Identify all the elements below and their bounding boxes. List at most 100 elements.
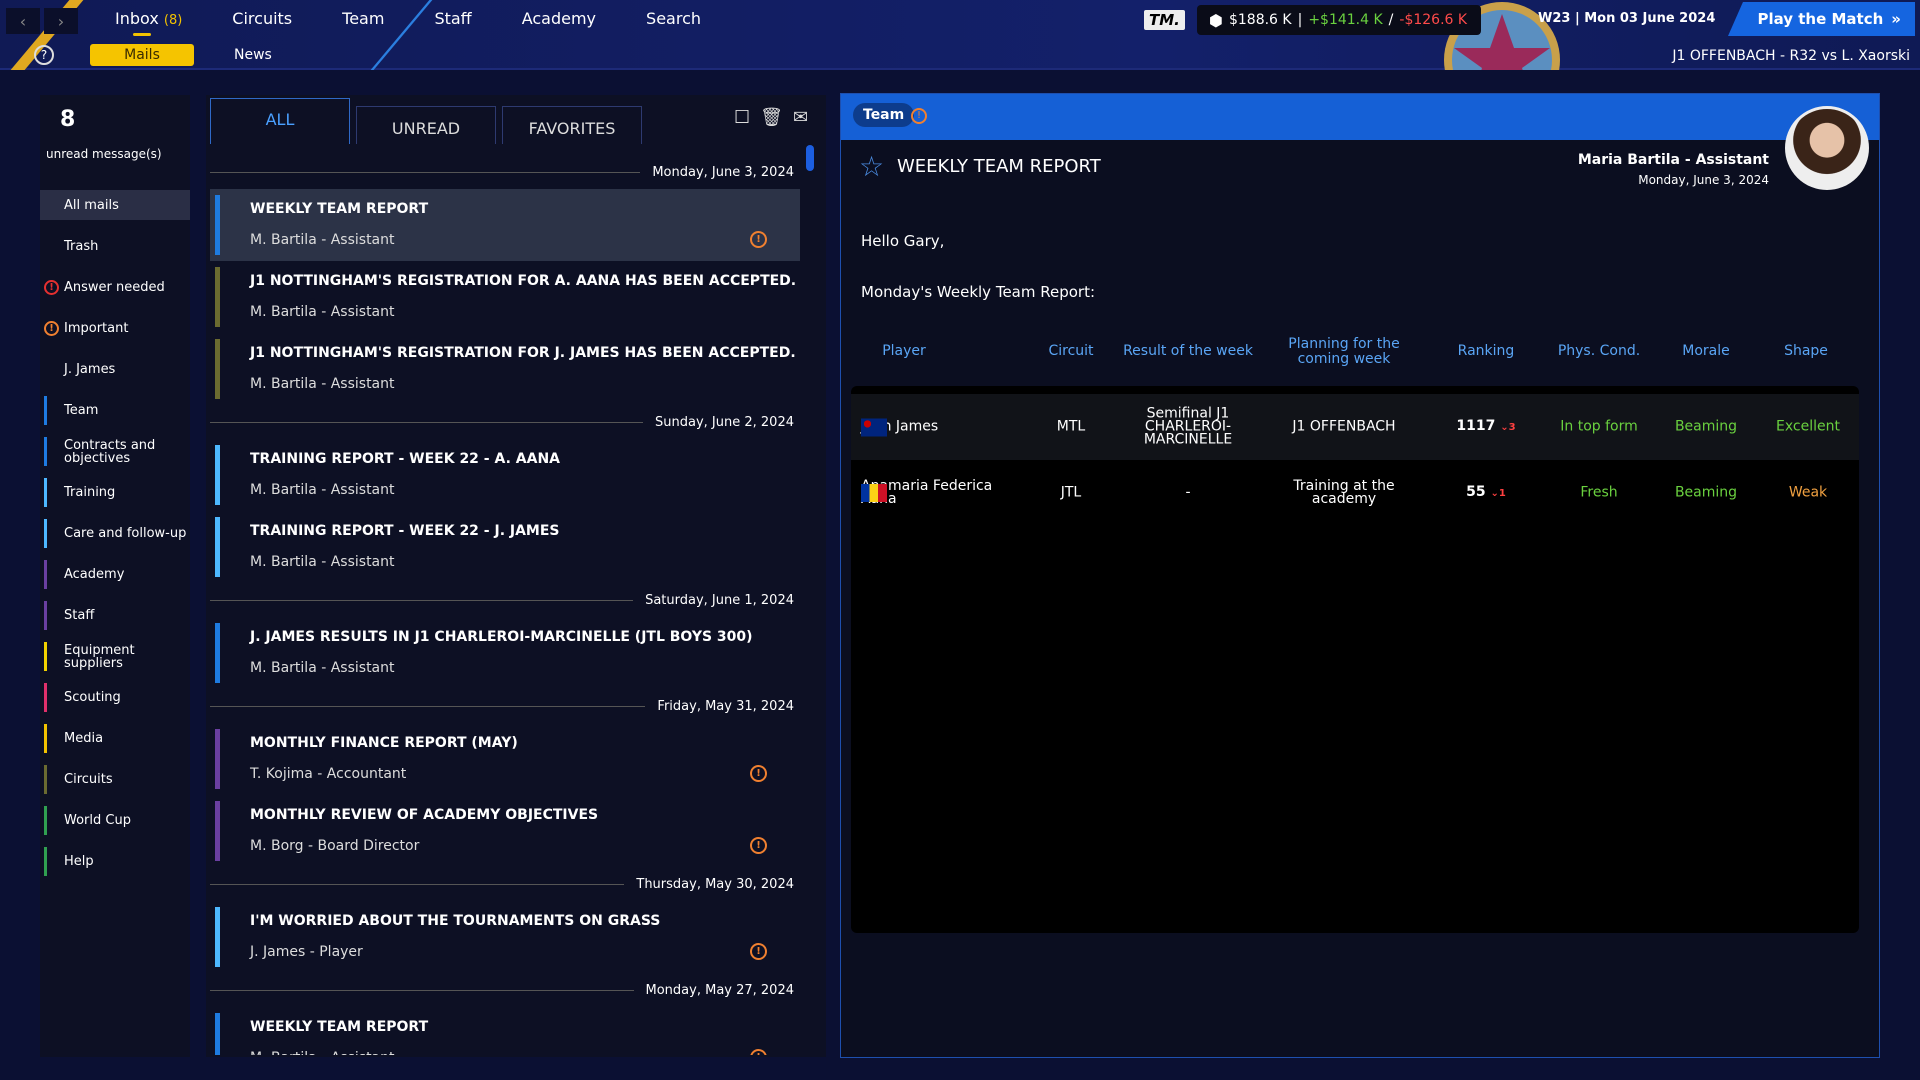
mail-item[interactable]: TRAINING REPORT - WEEK 22 - A. AANA M. Ba… [210, 439, 800, 511]
column-header[interactable]: Ranking [1446, 344, 1526, 359]
mail-subject: MONTHLY FINANCE REPORT (MAY) [250, 735, 518, 751]
date-label: Thursday, May 30, 2024 [636, 876, 794, 892]
mark-read-envelope-icon[interactable]: ✉ [793, 107, 808, 128]
column-header[interactable]: Player [874, 344, 934, 359]
mail-sender: M. Bartila - Assistant [250, 660, 395, 676]
category-color-bar [215, 339, 220, 399]
morale-cell: Beaming [1674, 418, 1738, 435]
mail-sender: M. Borg - Board Director [250, 838, 420, 854]
help-icon[interactable]: ? [34, 45, 54, 65]
mail-item[interactable]: WEEKLY TEAM REPORT M. Bartila - Assistant… [210, 189, 800, 261]
scrollbar[interactable] [806, 145, 816, 1053]
mail-sender: M. Bartila - Assistant [250, 1050, 395, 1055]
nav-staff[interactable]: Staff [434, 9, 471, 28]
mail-item[interactable]: TRAINING REPORT - WEEK 22 - J. JAMES M. B… [210, 511, 800, 583]
mail-item[interactable]: WEEKLY TEAM REPORT M. Bartila - Assistant… [210, 1007, 800, 1055]
sidebar-item[interactable]: World Cup [40, 800, 190, 841]
finance-display[interactable]: ⬢ $188.6 K | +$141.4 K / -$126.6 K [1197, 5, 1481, 35]
warning-icon: ! [750, 765, 767, 782]
mail-item[interactable]: I'M WORRIED ABOUT THE TOURNAMENTS ON GRA… [210, 901, 800, 973]
back-arrow-icon[interactable]: ‹ [6, 8, 40, 34]
nav-label: Academy [521, 9, 597, 28]
money-icon: ⬢ [1209, 10, 1223, 30]
morale-cell: Beaming [1674, 484, 1738, 501]
subtab-news[interactable]: News [234, 47, 272, 63]
flag-australia-icon [861, 418, 887, 436]
tab-unread[interactable]: UNREAD [356, 106, 496, 144]
table-row[interactable]: John James MTL Semifinal J1 CHARLEROI-MARC… [851, 394, 1859, 460]
sidebar-item[interactable]: All mails [40, 190, 190, 220]
mail-sender: M. Bartila - Assistant [250, 554, 395, 570]
mail-item[interactable]: J. JAMES RESULTS IN J1 CHARLEROI-MARCINE… [210, 617, 800, 689]
table-row[interactable]: Anamaria Federica Aana JTL - Training at th… [851, 460, 1859, 526]
sidebar-item[interactable]: J. James [40, 349, 190, 390]
sidebar-item[interactable]: Team [40, 390, 190, 431]
mail-item[interactable]: MONTHLY REVIEW OF ACADEMY OBJECTIVES M. B… [210, 795, 800, 867]
player-cell: John James [861, 418, 1011, 436]
nav-label: Team [342, 9, 385, 28]
column-header[interactable]: Planning for the coming week [1274, 337, 1414, 367]
mail-list-panel: ALL UNREAD FAVORITES ☐ 🗑 ✉ Monday, June 3, 2… [206, 95, 826, 1057]
category-color-bar [44, 642, 47, 671]
sidebar-item[interactable]: Help [40, 841, 190, 882]
sidebar-item[interactable]: ! Answer needed [40, 267, 190, 308]
sidebar-item[interactable]: Equipment suppliers [40, 636, 190, 677]
column-header[interactable]: Result of the week [1113, 344, 1263, 359]
sidebar-item[interactable]: Training [40, 472, 190, 513]
mail-subject: MONTHLY REVIEW OF ACADEMY OBJECTIVES [250, 807, 599, 823]
divider [210, 989, 634, 991]
sidebar-item-label: Staff [64, 608, 95, 623]
nav-academy[interactable]: Academy [522, 9, 596, 28]
sidebar-item[interactable]: Circuits [40, 759, 190, 800]
nav-label: Inbox [115, 9, 159, 28]
nav-inbox[interactable]: Inbox (8) [115, 9, 182, 36]
tab-favorites[interactable]: FAVORITES [502, 106, 642, 144]
mail-subject: J. JAMES RESULTS IN J1 CHARLEROI-MARCINE… [250, 629, 753, 645]
flag-romania-icon [861, 484, 887, 502]
play-match-button[interactable]: Play the Match » [1728, 2, 1915, 36]
category-color-bar [215, 1013, 220, 1055]
report-table: John James MTL Semifinal J1 CHARLEROI-MARC… [851, 386, 1859, 933]
mail-sender: M. Bartila - Assistant [250, 376, 395, 392]
sidebar-item[interactable]: ! Important [40, 308, 190, 349]
mail-item[interactable]: J1 NOTTINGHAM'S REGISTRATION FOR J. JAME… [210, 333, 800, 405]
sidebar-item[interactable]: Care and follow-up [40, 513, 190, 554]
date-separator: Monday, June 3, 2024 [210, 155, 800, 189]
ranking-cell: 1117 ⌄3 [1446, 419, 1526, 434]
mail-item[interactable]: MONTHLY FINANCE REPORT (MAY) T. Kojima - … [210, 723, 800, 795]
mail-subject: J1 NOTTINGHAM'S REGISTRATION FOR J. JAME… [250, 345, 796, 361]
column-header[interactable]: Phys. Cond. [1549, 344, 1649, 359]
sidebar-item[interactable]: Contracts and objectives [40, 431, 190, 472]
greeting: Hello Gary, [861, 232, 945, 250]
sidebar-item[interactable]: Media [40, 718, 190, 759]
mail-item[interactable]: J1 NOTTINGHAM'S REGISTRATION FOR A. AANA… [210, 261, 800, 333]
sidebar-item[interactable]: Scouting [40, 677, 190, 718]
nav-circuits[interactable]: Circuits [232, 9, 292, 28]
subtab-mails[interactable]: Mails [90, 44, 194, 66]
nav-search[interactable]: Search [646, 9, 701, 28]
nav-team[interactable]: Team [342, 9, 384, 28]
mail-sidebar: 8 unread message(s) All mails Trash! Answe… [40, 95, 190, 1057]
sidebar-item[interactable]: Staff [40, 595, 190, 636]
tab-all[interactable]: ALL [210, 98, 350, 144]
intro-text: Monday's Weekly Team Report: [861, 283, 1096, 301]
warning-icon: ! [750, 943, 767, 960]
ranking-cell: 55 ⌄1 [1446, 485, 1526, 500]
trash-icon[interactable]: 🗑 [760, 107, 783, 128]
sidebar-item[interactable]: Academy [40, 554, 190, 595]
column-header[interactable]: Shape [1771, 344, 1841, 359]
warning-icon: ! [750, 231, 767, 248]
favorite-star-icon[interactable]: ☆ [859, 150, 884, 183]
warning-icon: ! [750, 1049, 767, 1055]
sidebar-item[interactable]: Trash [40, 226, 190, 267]
separator: / [1388, 12, 1394, 28]
mail-subject: WEEKLY TEAM REPORT [250, 201, 429, 217]
forward-arrow-icon[interactable]: › [44, 8, 78, 34]
column-header[interactable]: Circuit [1041, 344, 1101, 359]
mail-sender: T. Kojima - Accountant [250, 766, 407, 782]
result-cell: - [1185, 484, 1191, 501]
ranking-down-icon: ⌄ [1500, 422, 1509, 433]
category-color-bar [44, 560, 47, 589]
column-header[interactable]: Morale [1666, 344, 1746, 359]
select-all-checkbox-icon[interactable]: ☐ [734, 107, 750, 128]
